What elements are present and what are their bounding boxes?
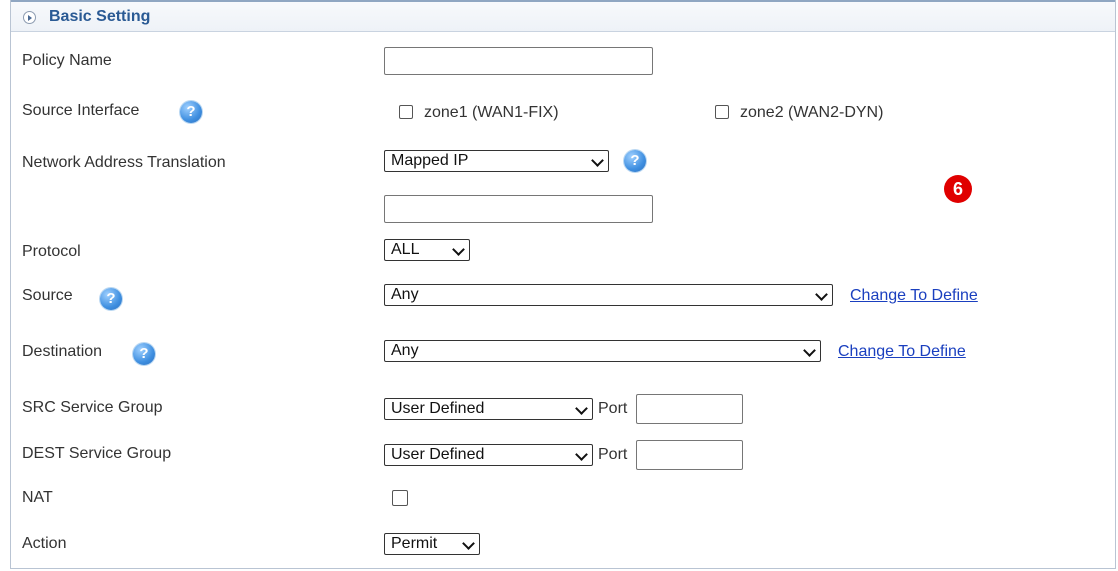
zone1-checkbox[interactable] <box>399 105 413 119</box>
src-service-group-select[interactable]: User Defined <box>384 398 593 420</box>
source-interface-label: Source Interface <box>22 102 140 119</box>
dest-port-label: Port <box>598 446 628 463</box>
protocol-label: Protocol <box>22 243 81 260</box>
zone2-checkbox[interactable] <box>715 105 729 119</box>
nat-checkbox[interactable] <box>392 490 408 506</box>
src-service-group-selected: User Defined <box>391 400 485 417</box>
src-service-group-label: SRC Service Group <box>22 399 163 416</box>
src-port-label: Port <box>598 400 628 417</box>
expand-arrow-icon[interactable] <box>23 11 36 24</box>
destination-change-to-define-link[interactable]: Change To Define <box>838 343 966 361</box>
network-address-translation-label: Network Address Translation <box>22 154 226 171</box>
nat-mode-selected: Mapped IP <box>391 152 469 169</box>
nat-label: NAT <box>22 489 53 506</box>
dest-service-group-selected: User Defined <box>391 446 485 463</box>
chevron-down-icon <box>803 344 816 357</box>
chevron-down-icon <box>452 243 465 256</box>
source-selected: Any <box>391 286 419 303</box>
chevron-down-icon <box>575 402 588 415</box>
source-select[interactable]: Any <box>384 284 833 306</box>
zone1-label: zone1 (WAN1-FIX) <box>424 104 559 121</box>
destination-select[interactable]: Any <box>384 340 821 362</box>
source-label: Source <box>22 287 73 304</box>
dest-service-group-select[interactable]: User Defined <box>384 444 593 466</box>
action-selected: Permit <box>391 535 438 552</box>
source-interface-help-icon[interactable]: ? <box>180 101 202 123</box>
dest-service-group-label: DEST Service Group <box>22 445 172 462</box>
destination-help-icon[interactable]: ? <box>133 343 155 365</box>
zone2-label: zone2 (WAN2-DYN) <box>740 104 884 121</box>
destination-label: Destination <box>22 343 103 360</box>
policy-name-input[interactable] <box>384 47 653 75</box>
section-title: Basic Setting <box>49 8 151 25</box>
section-header[interactable]: Basic Setting <box>11 0 1115 32</box>
src-port-input[interactable] <box>636 394 743 424</box>
chevron-down-icon <box>815 288 828 301</box>
annotation-badge: 6 <box>944 175 972 203</box>
nat-help-icon[interactable]: ? <box>624 150 646 172</box>
protocol-select[interactable]: ALL <box>384 239 470 261</box>
dest-port-input[interactable] <box>636 440 743 470</box>
destination-selected: Any <box>391 342 419 359</box>
protocol-selected: ALL <box>391 241 420 258</box>
chevron-down-icon <box>591 154 604 167</box>
nat-mode-select[interactable]: Mapped IP <box>384 150 609 172</box>
chevron-down-icon <box>575 448 588 461</box>
chevron-down-icon <box>462 537 475 550</box>
mapped-ip-input[interactable] <box>384 195 653 223</box>
action-label: Action <box>22 535 67 552</box>
source-change-to-define-link[interactable]: Change To Define <box>850 287 978 305</box>
action-select[interactable]: Permit <box>384 533 480 555</box>
policy-name-label: Policy Name <box>22 52 112 69</box>
source-help-icon[interactable]: ? <box>100 288 122 310</box>
